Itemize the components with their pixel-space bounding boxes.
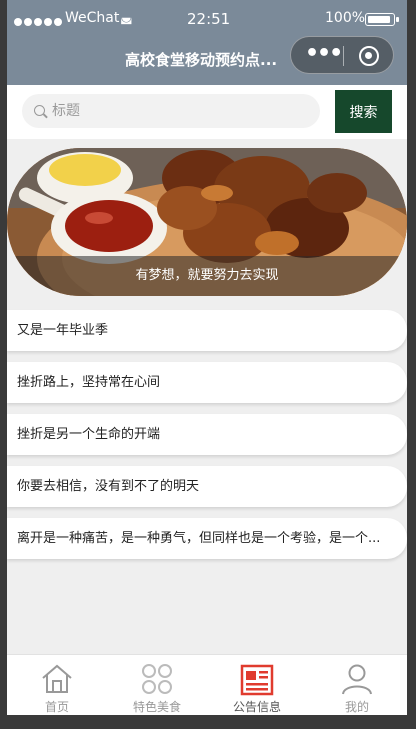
battery-percent: 100% xyxy=(325,10,366,26)
announcement-item[interactable]: 你要去相信，没有到不了的明天 xyxy=(7,466,407,507)
signal-icon xyxy=(14,14,64,30)
phone-screen: WeChat ◛ 22:51 100% 高校食堂移动预约点... ••• 搜索 xyxy=(7,0,407,715)
capsule-divider xyxy=(343,46,344,66)
tab-label: 特色美食 xyxy=(132,700,181,714)
announcement-item[interactable]: 离开是一种痛苦，是一种勇气，但同样也是一个考验，是一个... xyxy=(7,518,407,559)
announcement-item[interactable]: 挫折是另一个生命的开端 xyxy=(7,414,407,455)
search-button[interactable]: 搜索 xyxy=(335,90,392,133)
status-bar: WeChat ◛ 22:51 100% xyxy=(7,10,407,28)
clock: 22:51 xyxy=(187,10,231,28)
more-icon[interactable]: ••• xyxy=(305,43,343,65)
banner-carousel[interactable]: 有梦想，就要努力去实现 xyxy=(7,148,407,296)
wifi-icon: ◛ xyxy=(120,10,133,25)
announcement-list: 又是一年毕业季 挫折路上，坚持常在心间 挫折是另一个生命的开端 你要去相信，没有… xyxy=(7,310,407,570)
tab-announcements[interactable]: 公告信息 xyxy=(207,655,307,715)
search-icon xyxy=(34,105,45,116)
tab-home[interactable]: 首页 xyxy=(7,655,107,715)
announcement-item[interactable]: 挫折路上，坚持常在心间 xyxy=(7,362,407,403)
tab-featured-food[interactable]: 特色美食 xyxy=(107,655,207,715)
user-icon xyxy=(342,664,372,695)
search-bar: 搜索 xyxy=(7,85,407,139)
announcement-item[interactable]: 又是一年毕业季 xyxy=(7,310,407,351)
banner-caption: 有梦想，就要努力去实现 xyxy=(7,256,407,296)
search-input[interactable] xyxy=(52,94,312,128)
close-target-icon[interactable] xyxy=(359,46,379,66)
tab-profile[interactable]: 我的 xyxy=(307,655,407,715)
page-title: 高校食堂移动预约点... xyxy=(125,51,278,69)
news-icon xyxy=(240,664,274,696)
home-icon xyxy=(42,664,72,693)
top-bar: WeChat ◛ 22:51 100% 高校食堂移动预约点... ••• xyxy=(7,0,407,85)
tab-label: 我的 xyxy=(344,700,369,714)
grid-icon xyxy=(142,664,172,694)
mini-program-capsule[interactable]: ••• xyxy=(290,36,394,74)
battery-icon xyxy=(365,13,399,26)
tab-label: 公告信息 xyxy=(232,700,281,714)
tab-label: 首页 xyxy=(44,700,69,714)
search-box[interactable] xyxy=(22,94,320,128)
tab-bar: 首页 特色美食 公告信息 我的 xyxy=(7,654,407,715)
carrier-name: WeChat xyxy=(65,10,120,26)
